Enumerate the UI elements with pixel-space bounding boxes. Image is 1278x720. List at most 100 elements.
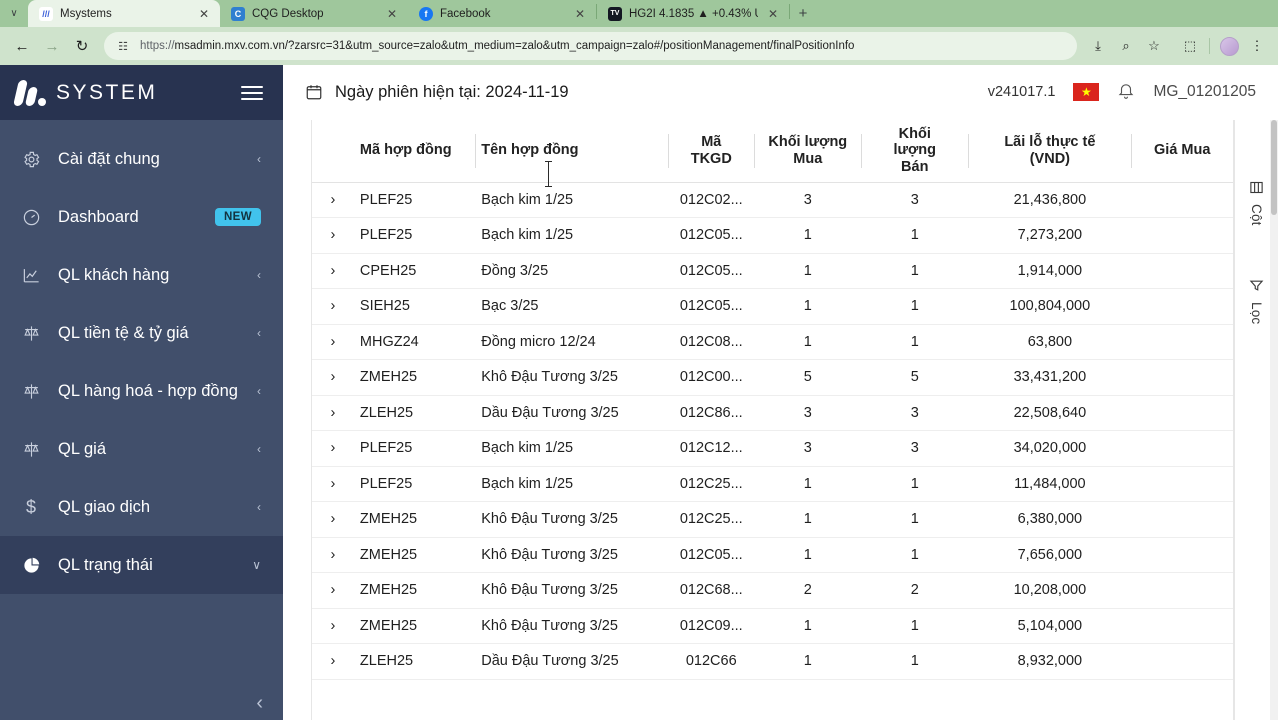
table-row[interactable]: › SIEH25 Bạc 3/25 012C05... 1 1 100,804,000 — [312, 288, 1233, 325]
table-row[interactable]: › ZLEH25 Dầu Đậu Tương 3/25 012C86... 3 3 22,5… — [312, 395, 1233, 431]
sidebar-item-ql-tien-te-ty-gia[interactable]: QL tiền tệ & tỷ giá ‹ — [0, 304, 283, 362]
browser-tab-msystems[interactable]: /// Msystems ✕ — [28, 0, 220, 27]
row-expand-icon[interactable]: › — [312, 537, 354, 573]
sidebar-item-dashboard[interactable]: Dashboard NEW — [0, 188, 283, 246]
table-row[interactable]: › ZMEH25 Khô Đậu Tương 3/25 012C09... 1 1 5,10… — [312, 608, 1233, 644]
sidebar-brand[interactable]: SYSTEM — [0, 65, 283, 120]
table-row[interactable]: › PLEF25 Bạch kim 1/25 012C25... 1 1 11,484,00… — [312, 466, 1233, 502]
table-row[interactable]: › PLEF25 Bạch kim 1/25 012C05... 1 1 7,273,200 — [312, 217, 1233, 254]
table-row[interactable]: › ZLEH25 Dầu Đậu Tương 3/25 012C66 1 1 8,932,0… — [312, 643, 1233, 680]
browser-tab-cqg-desktop[interactable]: C CQG Desktop ✕ — [220, 0, 408, 27]
row-expand-icon[interactable]: › — [312, 572, 354, 609]
row-expand-icon[interactable]: › — [312, 253, 354, 289]
cell-khoi-luong-ban: 3 — [861, 395, 969, 431]
row-expand-icon[interactable]: › — [312, 643, 354, 680]
cell-gia-mua — [1131, 643, 1233, 680]
sidebar-item-ql-khach-hang[interactable]: QL khách hàng ‹ — [0, 246, 283, 304]
cell-ten-hop-dong: Bạch kim 1/25 — [475, 430, 669, 467]
install-app-icon[interactable]: ⤓ — [1085, 33, 1111, 59]
hamburger-menu-icon[interactable] — [237, 82, 267, 104]
zoom-search-icon[interactable]: ⌕ — [1113, 33, 1139, 59]
sidebar-collapse-button[interactable]: ‹ — [256, 692, 263, 715]
row-expand-icon[interactable]: › — [312, 217, 354, 254]
row-expand-icon[interactable]: › — [312, 182, 354, 218]
pie-chart-icon — [20, 556, 42, 575]
row-expand-icon[interactable]: › — [312, 359, 354, 396]
table-row[interactable]: › ZMEH25 Khô Đậu Tương 3/25 012C05... 1 1 7,65… — [312, 537, 1233, 573]
row-expand-icon[interactable]: › — [312, 395, 354, 431]
tab-close-icon[interactable]: ✕ — [196, 6, 212, 22]
browser-tab-facebook[interactable]: f Facebook ✕ — [408, 0, 596, 27]
back-button[interactable]: ← — [8, 32, 36, 60]
table-row[interactable]: › ZMEH25 Khô Đậu Tương 3/25 012C25... 1 1 6,38… — [312, 501, 1233, 538]
new-tab-button[interactable]: + — [790, 0, 816, 26]
cell-ma-hop-dong: MHGZ24 — [353, 324, 476, 360]
row-expand-icon[interactable]: › — [312, 501, 354, 538]
columns-panel-button[interactable]: Cột — [1249, 180, 1264, 226]
cell-khoi-luong-mua: 1 — [754, 217, 862, 254]
cell-ma-hop-dong: ZLEH25 — [353, 395, 476, 431]
table-scroll-area[interactable]: Mã hợp đồng Tên hợp đồng Mã TKGD Khối lư… — [311, 120, 1234, 720]
column-header-gia-mua[interactable]: Giá Mua — [1131, 120, 1233, 183]
tab-close-icon[interactable]: ✕ — [384, 6, 400, 22]
address-bar[interactable]: ☷ https://msadmin.mxv.com.vn/?zarsrc=31&… — [104, 32, 1077, 60]
table-row[interactable]: › ZMEH25 Khô Đậu Tương 3/25 012C68... 2 2 10,2… — [312, 572, 1233, 609]
extensions-icon[interactable]: ⬚ — [1177, 33, 1203, 59]
notification-bell-icon[interactable] — [1117, 81, 1135, 104]
filter-panel-button[interactable]: Lọc — [1249, 278, 1264, 324]
column-header-ma-tkgd[interactable]: Mã TKGD — [668, 120, 755, 183]
cell-ma-tkgd: 012C86... — [668, 395, 755, 431]
column-header-lai-lo-thuc-te[interactable]: Lãi lỗ thực tế (VND) — [968, 120, 1132, 183]
table-row[interactable]: › CPEH25 Đồng 3/25 012C05... 1 1 1,914,000 — [312, 253, 1233, 289]
scrollbar-thumb[interactable] — [1271, 120, 1277, 215]
cell-khoi-luong-ban: 3 — [861, 430, 969, 467]
table-row[interactable]: › ZMEH25 Khô Đậu Tương 3/25 012C00... 5 5 33,4… — [312, 359, 1233, 396]
site-info-icon[interactable]: ☷ — [114, 33, 132, 59]
cell-ma-tkgd: 012C05... — [668, 217, 755, 254]
profile-avatar[interactable] — [1216, 33, 1242, 59]
vertical-scrollbar[interactable] — [1270, 120, 1278, 720]
url-scheme: https:// — [140, 40, 175, 52]
cell-khoi-luong-ban: 1 — [861, 217, 969, 254]
reload-button[interactable]: ↻ — [68, 32, 96, 60]
avatar — [1219, 36, 1239, 56]
cell-khoi-luong-mua: 3 — [754, 182, 862, 218]
column-header-ten-hop-dong[interactable]: Tên hợp đồng — [475, 120, 669, 183]
cell-ma-tkgd: 012C25... — [668, 501, 755, 538]
column-header-ma-hop-dong[interactable]: Mã hợp đồng — [353, 120, 476, 183]
tab-list-chevron-icon[interactable]: ∨ — [0, 0, 28, 27]
row-expand-icon[interactable]: › — [312, 430, 354, 467]
table-row[interactable]: › PLEF25 Bạch kim 1/25 012C02... 3 3 21,436,80… — [312, 182, 1233, 218]
table-body: › PLEF25 Bạch kim 1/25 012C02... 3 3 21,436,80… — [312, 182, 1233, 680]
sidebar-item-ql-giao-dich[interactable]: $ QL giao dịch ‹ — [0, 478, 283, 536]
cell-ma-hop-dong: ZLEH25 — [353, 643, 476, 680]
cell-ma-tkgd: 012C00... — [668, 359, 755, 396]
row-expand-icon[interactable]: › — [312, 608, 354, 644]
cell-gia-mua — [1131, 572, 1233, 609]
sidebar-item-ql-trang-thai[interactable]: QL trạng thái ∨ — [0, 536, 283, 594]
row-expand-icon[interactable]: › — [312, 324, 354, 360]
table-row[interactable]: › MHGZ24 Đồng micro 12/24 012C08... 1 1 63,800 — [312, 324, 1233, 360]
cell-ten-hop-dong: Dầu Đậu Tương 3/25 — [475, 395, 669, 431]
tab-close-icon[interactable]: ✕ — [765, 6, 781, 22]
column-header-khoi-luong-mua[interactable]: Khối lượng Mua — [754, 120, 862, 183]
tab-close-icon[interactable]: ✕ — [572, 6, 588, 22]
sidebar-item-ql-gia[interactable]: QL giá ‹ — [0, 420, 283, 478]
bookmark-star-icon[interactable]: ☆ — [1141, 33, 1167, 59]
vietnam-flag-icon[interactable]: ★ — [1073, 83, 1100, 101]
chevron-left-icon: ‹ — [257, 384, 261, 398]
sidebar-nav: Cài đặt chung ‹ Dashboard NEW QL khách h… — [0, 120, 283, 594]
sidebar: SYSTEM Cài đặt chung ‹ Dashboard NEW QL … — [0, 65, 283, 720]
chart-line-icon — [20, 266, 42, 285]
forward-button[interactable]: → — [38, 32, 66, 60]
browser-menu-icon[interactable]: ⋮ — [1244, 33, 1270, 59]
row-expand-icon[interactable]: › — [312, 466, 354, 502]
cell-ten-hop-dong: Khô Đậu Tương 3/25 — [475, 537, 669, 573]
column-header-khoi-luong-ban[interactable]: Khối lượng Bán — [861, 120, 969, 183]
sidebar-item-ql-hang-hoa-hop-dong[interactable]: QL hàng hoá - hợp đồng ‹ — [0, 362, 283, 420]
sidebar-item-cai-dat-chung[interactable]: Cài đặt chung ‹ — [0, 130, 283, 188]
browser-tab-tradingview[interactable]: TV HG2I 4.1835 ▲ +0.43% Unnam ✕ — [597, 0, 789, 27]
table-row[interactable]: › PLEF25 Bạch kim 1/25 012C12... 3 3 34,020,00… — [312, 430, 1233, 467]
row-expand-icon[interactable]: › — [312, 288, 354, 325]
user-account-label[interactable]: MG_01201205 — [1153, 83, 1256, 101]
